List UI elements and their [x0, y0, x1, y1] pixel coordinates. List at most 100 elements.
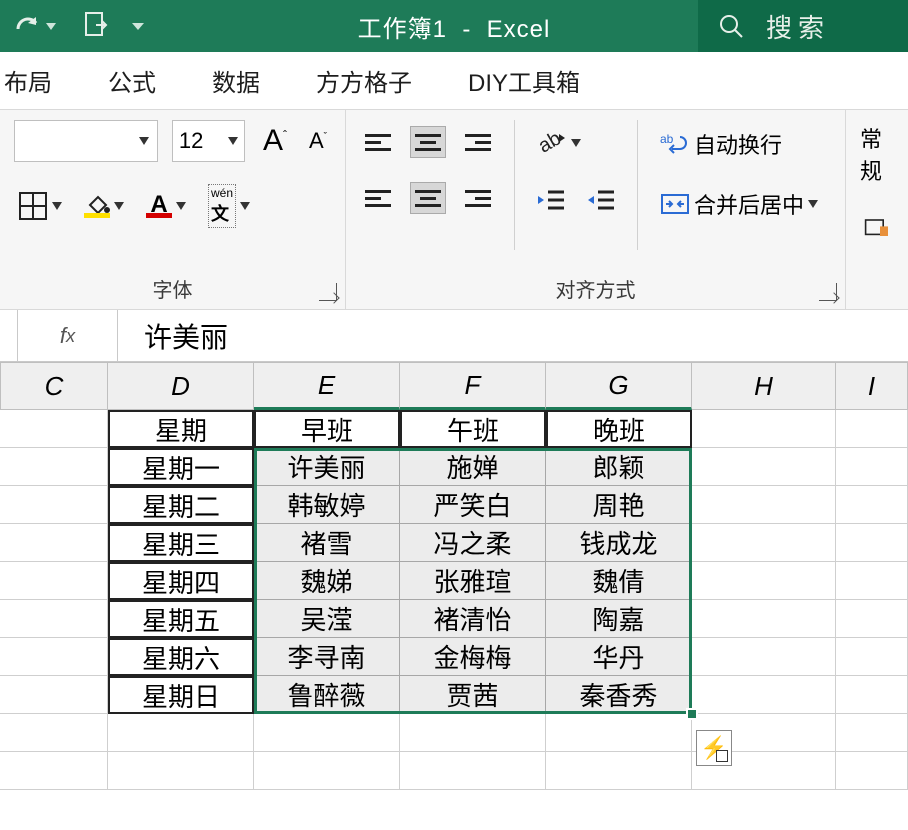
- cell[interactable]: [108, 714, 254, 752]
- cell[interactable]: 李寻南: [254, 638, 400, 676]
- redo-button[interactable]: [10, 13, 60, 39]
- cell[interactable]: 星期一: [108, 448, 254, 486]
- cell[interactable]: [692, 410, 836, 448]
- col-header-H[interactable]: H: [692, 362, 836, 410]
- fx-label[interactable]: fx: [18, 310, 118, 361]
- cell[interactable]: [546, 752, 692, 790]
- cell[interactable]: [108, 752, 254, 790]
- table-row[interactable]: [0, 714, 908, 752]
- increase-font-button[interactable]: Aˆ: [259, 122, 291, 160]
- wrap-text-button[interactable]: ab 自动换行: [656, 126, 822, 162]
- cell[interactable]: [836, 524, 908, 562]
- decrease-font-button[interactable]: Aˇ: [305, 126, 331, 156]
- table-row[interactable]: 星期 早班 午班 晚班: [0, 410, 908, 448]
- cell[interactable]: 午班: [400, 410, 546, 448]
- cell[interactable]: 星期日: [108, 676, 254, 714]
- accounting-format-button[interactable]: [860, 212, 892, 244]
- cell[interactable]: [0, 448, 108, 486]
- number-format-select[interactable]: 常规: [860, 122, 892, 186]
- cell[interactable]: [0, 486, 108, 524]
- cell[interactable]: 星期六: [108, 638, 254, 676]
- cell[interactable]: 吴滢: [254, 600, 400, 638]
- cell[interactable]: 严笑白: [400, 486, 546, 524]
- phonetic-button[interactable]: wén文: [204, 182, 254, 230]
- cell[interactable]: [836, 752, 908, 790]
- tab-diy[interactable]: DIY工具箱: [468, 63, 580, 98]
- cell[interactable]: [400, 752, 546, 790]
- cell[interactable]: [692, 486, 836, 524]
- increase-indent-button[interactable]: [583, 184, 619, 216]
- cell[interactable]: [400, 714, 546, 752]
- tab-layout[interactable]: 布局: [4, 63, 52, 98]
- cell[interactable]: 魏倩: [546, 562, 692, 600]
- cell[interactable]: [836, 714, 908, 752]
- cell[interactable]: 晚班: [546, 410, 692, 448]
- cell[interactable]: 郎颖: [546, 448, 692, 486]
- tab-formula[interactable]: 公式: [108, 63, 156, 98]
- cell[interactable]: 施婵: [400, 448, 546, 486]
- cell[interactable]: 星期五: [108, 600, 254, 638]
- cell[interactable]: [836, 410, 908, 448]
- table-row[interactable]: 星期一 许美丽 施婵 郎颖: [0, 448, 908, 486]
- cell[interactable]: 鲁醉薇: [254, 676, 400, 714]
- qat-more-icon[interactable]: [132, 23, 144, 30]
- font-size-select[interactable]: 12: [172, 120, 245, 162]
- cell[interactable]: 星期四: [108, 562, 254, 600]
- cell[interactable]: [836, 676, 908, 714]
- cell[interactable]: 秦香秀: [546, 676, 692, 714]
- cell[interactable]: [692, 524, 836, 562]
- cell[interactable]: 华丹: [546, 638, 692, 676]
- align-right-button[interactable]: [460, 182, 496, 214]
- formula-value[interactable]: 许美丽: [118, 316, 254, 356]
- cell[interactable]: 魏娣: [254, 562, 400, 600]
- cell[interactable]: [836, 638, 908, 676]
- borders-button[interactable]: [14, 189, 66, 223]
- cell[interactable]: [546, 714, 692, 752]
- align-middle-button[interactable]: [410, 126, 446, 158]
- cell[interactable]: 星期二: [108, 486, 254, 524]
- table-row[interactable]: 星期五 吴滢 褚清怡 陶嘉: [0, 600, 908, 638]
- font-color-button[interactable]: A: [142, 193, 190, 220]
- table-row[interactable]: 星期日 鲁醉薇 贾茜 秦香秀: [0, 676, 908, 714]
- cell[interactable]: [0, 752, 108, 790]
- cell[interactable]: [692, 448, 836, 486]
- cell[interactable]: 钱成龙: [546, 524, 692, 562]
- cell[interactable]: 贾茜: [400, 676, 546, 714]
- cell[interactable]: [836, 448, 908, 486]
- col-header-G[interactable]: G: [546, 362, 692, 410]
- cell[interactable]: 星期三: [108, 524, 254, 562]
- cell[interactable]: [836, 486, 908, 524]
- cell[interactable]: 张雅瑄: [400, 562, 546, 600]
- cell[interactable]: [692, 562, 836, 600]
- font-name-select[interactable]: [14, 120, 158, 162]
- cell[interactable]: [0, 600, 108, 638]
- merge-center-button[interactable]: 合并后居中: [656, 186, 822, 222]
- cell[interactable]: [254, 752, 400, 790]
- export-button[interactable]: [78, 9, 114, 43]
- table-row[interactable]: 星期二 韩敏婷 严笑白 周艳: [0, 486, 908, 524]
- cell[interactable]: 褚雪: [254, 524, 400, 562]
- table-row[interactable]: 星期四 魏娣 张雅瑄 魏倩: [0, 562, 908, 600]
- cell[interactable]: [836, 562, 908, 600]
- cell[interactable]: 早班: [254, 410, 400, 448]
- cell[interactable]: 周艳: [546, 486, 692, 524]
- tab-data[interactable]: 数据: [212, 63, 260, 98]
- search-box[interactable]: 搜索: [698, 0, 908, 52]
- cell[interactable]: 陶嘉: [546, 600, 692, 638]
- cell[interactable]: [0, 676, 108, 714]
- col-header-F[interactable]: F: [400, 362, 546, 410]
- fill-color-button[interactable]: [80, 193, 128, 220]
- cell[interactable]: [0, 562, 108, 600]
- decrease-indent-button[interactable]: [533, 184, 569, 216]
- cell[interactable]: 褚清怡: [400, 600, 546, 638]
- orientation-button[interactable]: ab: [533, 126, 619, 160]
- cell[interactable]: [692, 676, 836, 714]
- align-center-button[interactable]: [410, 182, 446, 214]
- table-row[interactable]: 星期三 褚雪 冯之柔 钱成龙: [0, 524, 908, 562]
- table-row[interactable]: 星期六 李寻南 金梅梅 华丹: [0, 638, 908, 676]
- cell[interactable]: [692, 600, 836, 638]
- spreadsheet[interactable]: C D E F G H I 星期 早班 午班 晚班 星期一 许美丽 施婵 郎颖: [0, 362, 908, 790]
- col-header-D[interactable]: D: [108, 362, 254, 410]
- font-dialog-launcher[interactable]: [319, 283, 337, 301]
- col-header-C[interactable]: C: [0, 362, 108, 410]
